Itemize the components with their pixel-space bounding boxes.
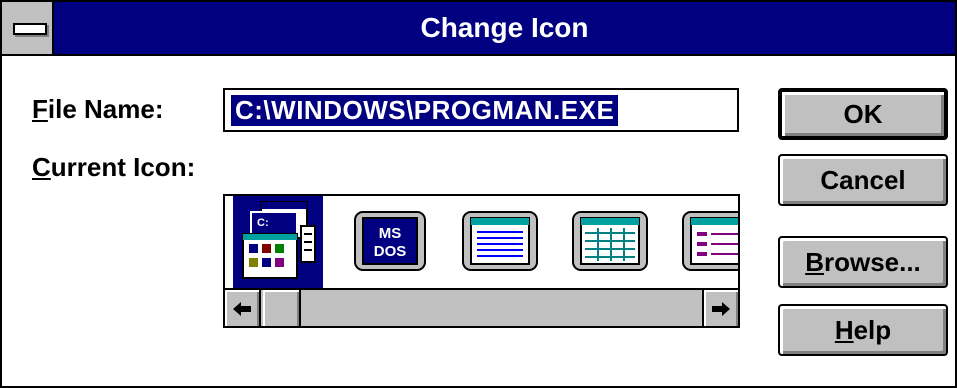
scrollbar-thumb[interactable]	[263, 290, 301, 326]
svg-text:C:: C:	[257, 217, 269, 229]
system-menu-icon[interactable]	[2, 2, 54, 54]
right-arrow-icon[interactable]	[702, 290, 738, 326]
cancel-button[interactable]: Cancel	[778, 154, 948, 206]
help-button[interactable]: Help	[778, 304, 948, 356]
current-icon-label-accelerator: C	[32, 152, 51, 182]
icon-list[interactable]: C: MS DOS	[223, 194, 740, 328]
ok-button[interactable]: OK	[778, 88, 948, 140]
ms-dos-icon[interactable]: MS DOS	[345, 196, 435, 288]
program-group-icon[interactable]: C:	[233, 196, 323, 288]
ok-button-label: OK	[843, 98, 883, 129]
ms-dos-text-bottom: DOS	[374, 243, 407, 260]
file-name-input[interactable]: C:\WINDOWS\PROGMAN.EXE	[223, 88, 739, 132]
cancel-button-label: Cancel	[820, 164, 906, 195]
browse-button[interactable]: Browse...	[778, 236, 948, 288]
file-name-value: C:\WINDOWS\PROGMAN.EXE	[231, 95, 619, 126]
horizontal-scrollbar[interactable]	[225, 288, 738, 326]
dialog-title: Change Icon	[420, 12, 589, 43]
ms-dos-text-top: MS	[379, 225, 402, 242]
change-icon-dialog: Change Icon File Name: C:\WINDOWS\PROGMA…	[0, 0, 957, 388]
window-list-icon[interactable]	[675, 196, 738, 288]
window-grid-icon[interactable]	[565, 196, 655, 288]
left-arrow-icon[interactable]	[225, 290, 261, 326]
icon-row: C: MS DOS	[225, 196, 738, 290]
help-button-label: Help	[834, 314, 892, 345]
window-lines-icon[interactable]	[455, 196, 545, 288]
title-bar[interactable]: Change Icon	[2, 2, 955, 56]
current-icon-label: Current Icon:	[32, 152, 196, 182]
browse-button-label: Browse...	[805, 246, 921, 277]
file-name-label-accelerator: F	[32, 94, 48, 124]
file-name-label: File Name:	[32, 94, 164, 124]
